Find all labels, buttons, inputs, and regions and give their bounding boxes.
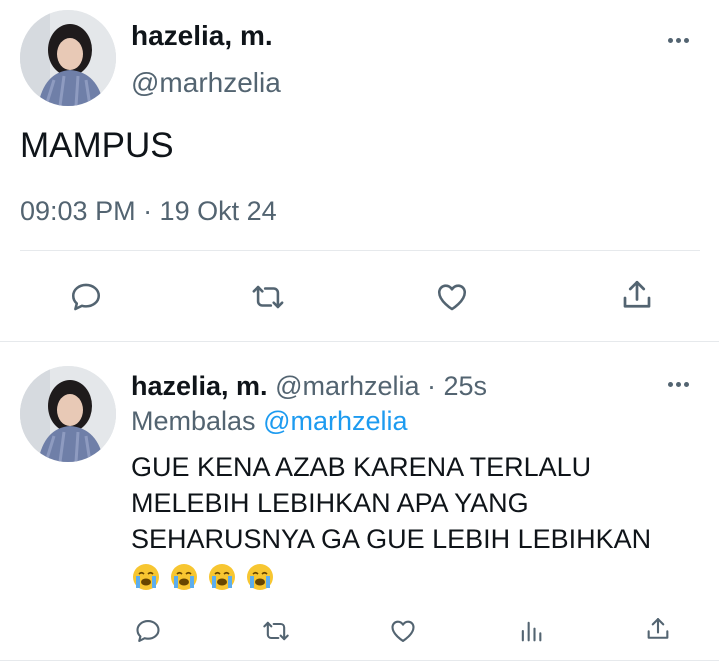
analytics-icon — [521, 621, 542, 642]
crying-emoji-icon — [209, 564, 235, 590]
divider — [20, 250, 700, 251]
avatar[interactable] — [20, 10, 116, 106]
like-icon — [437, 284, 467, 311]
analytics-button[interactable] — [513, 614, 549, 648]
retweet-icon — [263, 621, 289, 641]
avatar[interactable] — [20, 366, 116, 462]
handle-time[interactable]: @marhzelia · 25s — [275, 371, 487, 401]
reply-text-line: SEHARUSNYA GA GUE LEBIH LEBIHKAN — [131, 524, 652, 554]
retweet-button[interactable] — [244, 275, 292, 319]
more-icon[interactable] — [668, 382, 689, 387]
crying-emoji-icon — [247, 564, 273, 590]
like-button[interactable] — [385, 614, 421, 648]
reply-text-line: GUE KENA AZAB KARENA TERLALU — [131, 452, 592, 482]
share-icon — [623, 280, 651, 308]
reply-button[interactable] — [62, 275, 110, 319]
more-icon[interactable] — [668, 38, 689, 43]
handle[interactable]: @marhzelia — [131, 67, 281, 99]
share-button[interactable] — [640, 612, 676, 646]
retweet-icon — [252, 285, 284, 309]
crying-emoji-icon — [171, 564, 197, 590]
reply-icon — [136, 620, 160, 642]
reply-header: hazelia, m. @marhzelia · 25s — [131, 371, 487, 402]
reply-button[interactable] — [130, 614, 166, 648]
section-divider — [0, 341, 719, 342]
emoji-row — [131, 562, 283, 592]
display-name[interactable]: hazelia, m. — [131, 371, 268, 401]
display-name[interactable]: hazelia, m. — [131, 20, 273, 52]
share-button[interactable] — [613, 273, 661, 317]
timestamp[interactable]: 09:03 PM · 19 Okt 24 — [20, 196, 277, 227]
replying-prefix: Membalas — [131, 406, 256, 436]
replying-to-link[interactable]: @marhzelia — [263, 406, 407, 436]
like-icon — [391, 620, 415, 642]
tweet-text: MAMPUS — [20, 126, 174, 165]
like-button[interactable] — [428, 275, 476, 319]
reply-icon — [71, 283, 101, 311]
replying-to: Membalas @marhzelia — [131, 406, 408, 437]
reply-text-line: MELEBIH LEBIHKAN APA YANG — [131, 488, 529, 518]
retweet-button[interactable] — [258, 614, 294, 648]
share-icon — [647, 618, 669, 639]
bottom-divider — [0, 660, 719, 661]
crying-emoji-icon — [133, 564, 159, 590]
